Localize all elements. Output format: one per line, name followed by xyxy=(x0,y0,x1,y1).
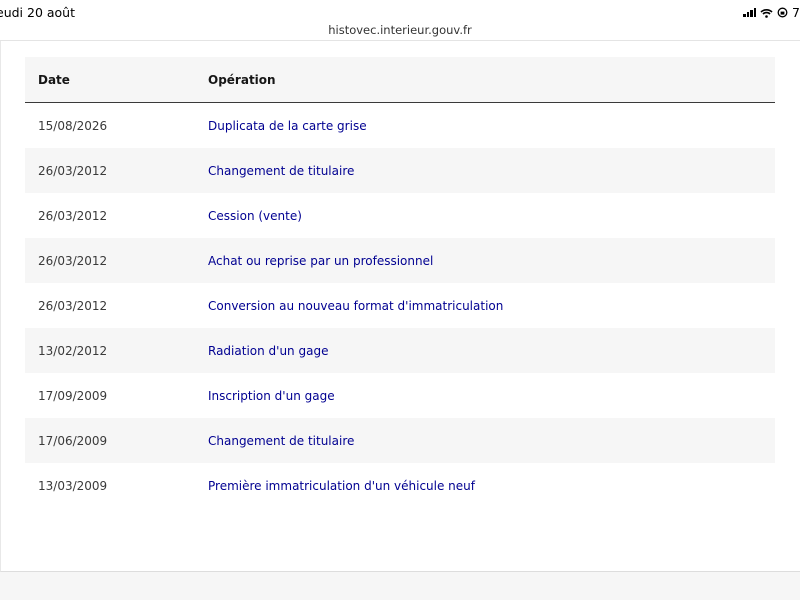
row-date: 15/08/2026 xyxy=(38,118,108,133)
row-operation-link[interactable]: Changement de titulaire xyxy=(194,434,775,448)
row-operation-link[interactable]: Conversion au nouveau format d'immatricu… xyxy=(194,299,775,313)
table-row: 13/03/2009 Première immatriculation d'un… xyxy=(25,463,775,508)
row-operation-link[interactable]: Inscription d'un gage xyxy=(194,389,775,403)
table-row: 15/08/2026 Duplicata de la carte grise xyxy=(25,103,775,148)
row-date: 26/03/2012 xyxy=(38,298,108,313)
orientation-lock-icon xyxy=(777,7,788,18)
clipped-text-above xyxy=(22,34,322,44)
row-date: 17/09/2009 xyxy=(38,388,108,403)
column-header-date: Date xyxy=(38,72,70,87)
wifi-icon xyxy=(760,8,773,18)
battery-percent: 7 xyxy=(792,5,800,20)
table-header: Date Opération xyxy=(25,57,775,103)
table-row: 26/03/2012 Conversion au nouveau format … xyxy=(25,283,775,328)
row-operation-link[interactable]: Duplicata de la carte grise xyxy=(194,119,775,133)
table-row: 26/03/2012 Cession (vente) xyxy=(25,193,775,238)
row-operation-link[interactable]: Cession (vente) xyxy=(194,209,775,223)
row-date: 26/03/2012 xyxy=(38,208,108,223)
row-date: 13/02/2012 xyxy=(38,343,108,358)
table-row: 26/03/2012 Changement de titulaire xyxy=(25,148,775,193)
row-operation-link[interactable]: Radiation d'un gage xyxy=(194,344,775,358)
table-row: 26/03/2012 Achat ou reprise par un profe… xyxy=(25,238,775,283)
row-date: 26/03/2012 xyxy=(38,163,108,178)
table-row: 13/02/2012 Radiation d'un gage xyxy=(25,328,775,373)
row-operation-link[interactable]: Première immatriculation d'un véhicule n… xyxy=(194,479,775,493)
status-icons: 7 xyxy=(743,5,800,20)
row-operation-link[interactable]: Changement de titulaire xyxy=(194,164,775,178)
table-row: 17/09/2009 Inscription d'un gage xyxy=(25,373,775,418)
row-date: 26/03/2012 xyxy=(38,253,108,268)
row-date: 13/03/2009 xyxy=(38,478,108,493)
table-row: 17/06/2009 Changement de titulaire xyxy=(25,418,775,463)
cellular-signal-icon xyxy=(743,8,757,17)
history-table: Date Opération 15/08/2026 Duplicata de l… xyxy=(25,57,775,508)
page-bottom-area xyxy=(0,572,800,600)
row-date: 17/06/2009 xyxy=(38,433,108,448)
status-time: eudi 20 août xyxy=(0,5,76,20)
row-operation-link[interactable]: Achat ou reprise par un professionnel xyxy=(194,254,775,268)
ios-status-bar: eudi 20 août 7 xyxy=(0,0,800,24)
column-header-operation: Opération xyxy=(208,72,276,87)
